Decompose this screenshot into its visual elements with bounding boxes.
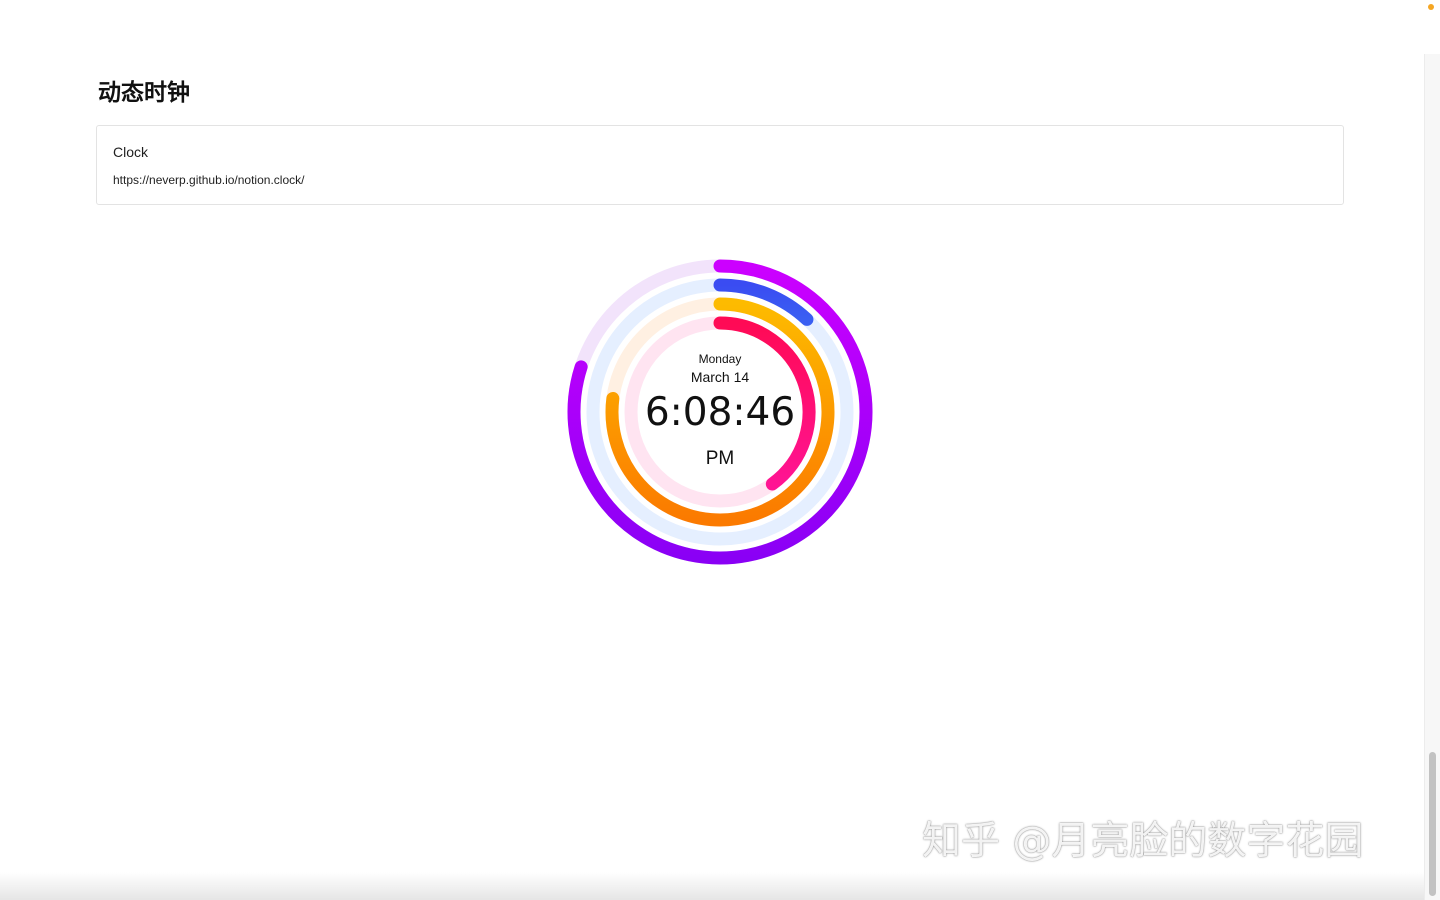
bookmark-title: Clock <box>113 144 149 160</box>
clock-widget: Monday March 14 6:08:46 PM <box>560 252 880 572</box>
clock-date: March 14 <box>690 369 750 385</box>
page-heading: 动态时钟 <box>98 80 190 106</box>
bookmark-card[interactable]: Clock https://neverp.github.io/notion.cl… <box>96 125 1344 205</box>
bottom-shadow <box>0 872 1424 900</box>
scrollbar-thumb[interactable] <box>1429 752 1436 896</box>
clock-time: 6:08:46 <box>644 390 796 435</box>
clock-period: PM <box>705 448 735 469</box>
notification-dot <box>1428 4 1434 10</box>
clock-day: Monday <box>698 352 742 366</box>
watermark: 知乎 @月亮脸的数字花园 <box>922 819 1364 864</box>
bookmark-url: https://neverp.github.io/notion.clock/ <box>113 173 305 187</box>
page: 动态时钟 Clock https://neverp.github.io/noti… <box>0 0 1440 900</box>
